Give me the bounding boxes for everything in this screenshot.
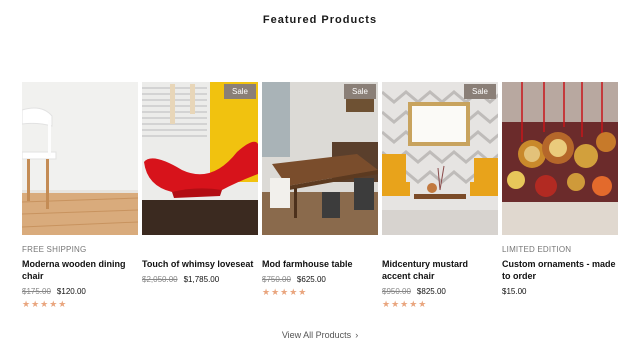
product-prices: $750.00 $625.00: [262, 275, 378, 284]
product-label: [382, 245, 498, 255]
section-title: Featured Products: [262, 14, 378, 26]
sale-price: $120.00: [56, 287, 86, 296]
product-name[interactable]: Moderna wooden dining chair: [22, 258, 138, 282]
product-image[interactable]: Sale: [382, 82, 498, 235]
sale-badge: Sale: [344, 84, 376, 99]
sale-badge: Sale: [224, 84, 256, 99]
product-card[interactable]: FREE SHIPPING Moderna wooden dining chai…: [22, 82, 138, 310]
product-image[interactable]: [502, 82, 618, 235]
product-name[interactable]: Midcentury mustard accent chair: [382, 258, 498, 282]
product-label: LIMITED EDITION: [502, 245, 572, 254]
product-name[interactable]: Mod farmhouse table: [262, 258, 378, 270]
product-prices: $950.00 $825.00: [382, 287, 498, 296]
product-image[interactable]: Sale: [262, 82, 378, 235]
star-rating: ★★★★★: [22, 299, 68, 309]
old-price: $2,050.00: [142, 275, 178, 284]
product-image[interactable]: [22, 82, 138, 235]
product-name[interactable]: Custom ornaments - made to order: [502, 258, 618, 282]
view-all-products-link[interactable]: View All Products ›: [0, 330, 640, 340]
sale-price: $15.00: [502, 287, 527, 296]
star-rating: ★★★★★: [262, 287, 308, 297]
sale-badge: Sale: [464, 84, 496, 99]
chevron-right-icon: ›: [355, 330, 359, 340]
product-label: [142, 245, 258, 255]
old-price: $950.00: [382, 287, 411, 296]
product-prices: $15.00: [502, 287, 618, 296]
product-prices: $175.00 $120.00: [22, 287, 138, 296]
product-card[interactable]: Sale Midcentury mustard accent chair $95…: [382, 82, 498, 310]
product-label: FREE SHIPPING: [22, 245, 87, 254]
old-price: $750.00: [262, 275, 291, 284]
view-all-label[interactable]: View All Products: [282, 330, 351, 340]
product-card[interactable]: Sale Mod farmhouse table $750.00 $625.00 …: [262, 82, 378, 298]
sale-price: $825.00: [416, 287, 446, 296]
sale-price: $1,785.00: [183, 275, 220, 284]
product-label: [262, 245, 378, 255]
product-image[interactable]: Sale: [142, 82, 258, 235]
star-rating: ★★★★★: [382, 299, 428, 309]
sale-price: $625.00: [296, 275, 326, 284]
product-card[interactable]: Sale Touch of whimsy loveseat $2,050.00 $…: [142, 82, 258, 287]
old-price: $175.00: [22, 287, 51, 296]
product-grid: FREE SHIPPING Moderna wooden dining chai…: [22, 82, 618, 312]
product-name[interactable]: Touch of whimsy loveseat: [142, 258, 258, 270]
product-card[interactable]: LIMITED EDITION Custom ornaments - made …: [502, 82, 618, 299]
product-prices: $2,050.00 $1,785.00: [142, 275, 258, 284]
